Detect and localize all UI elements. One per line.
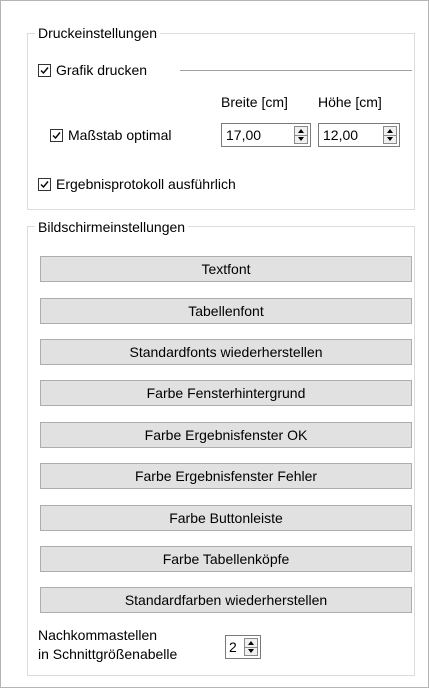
table-font-button[interactable]: Tabellenfont — [40, 298, 412, 324]
decimals-label-line2: in Schnittgrößenabelle — [38, 646, 178, 662]
detailed-log-label: Ergebnisprotokoll ausführlich — [56, 176, 236, 192]
detailed-log-checkbox[interactable]: Ergebnisprotokoll ausführlich — [38, 176, 236, 192]
height-spinner[interactable] — [318, 123, 400, 147]
checkmark-icon — [38, 63, 51, 77]
height-header: Höhe [cm] — [318, 94, 382, 110]
restore-fonts-button[interactable]: Standardfonts wiederherstellen — [40, 339, 412, 365]
checkmark-icon — [50, 128, 63, 142]
spin-down-button[interactable] — [245, 647, 257, 655]
decimals-label-line1: Nachkommastellen — [38, 627, 158, 643]
restore-colors-button[interactable]: Standardfarben wiederherstellen — [40, 587, 412, 613]
arrow-up-icon — [387, 129, 393, 133]
result-ok-color-button[interactable]: Farbe Ergebnisfenster OK — [40, 422, 412, 448]
button-bar-color-button[interactable]: Farbe Buttonleiste — [40, 505, 412, 531]
height-spin-buttons[interactable] — [383, 126, 397, 144]
optimal-scale-checkbox[interactable]: Maßstab optimal — [50, 127, 171, 143]
print-graphic-checkbox[interactable]: Grafik drucken — [38, 62, 147, 78]
print-settings-title: Druckeinstellungen — [35, 25, 161, 41]
arrow-up-icon — [298, 129, 304, 133]
spin-down-button[interactable] — [295, 135, 307, 143]
table-header-color-button[interactable]: Farbe Tabellenköpfe — [40, 546, 412, 572]
result-error-color-button[interactable]: Farbe Ergebnisfenster Fehler — [40, 463, 412, 489]
screen-settings-title: Bildschirmeinstellungen — [35, 219, 189, 235]
height-input[interactable] — [319, 124, 381, 146]
checkmark-icon — [38, 177, 51, 191]
width-spinner[interactable] — [221, 123, 311, 147]
decimals-spinner[interactable] — [225, 635, 261, 659]
spin-down-button[interactable] — [384, 135, 396, 143]
width-input[interactable] — [222, 124, 292, 146]
arrow-down-icon — [387, 137, 393, 141]
arrow-down-icon — [298, 137, 304, 141]
print-graphic-label: Grafik drucken — [56, 62, 148, 78]
text-font-button[interactable]: Textfont — [40, 256, 412, 282]
print-graphic-separator — [180, 70, 412, 71]
arrow-down-icon — [248, 649, 254, 653]
arrow-up-icon — [248, 641, 254, 645]
width-header: Breite [cm] — [221, 94, 288, 110]
decimals-spin-buttons[interactable] — [244, 638, 258, 656]
window-background-color-button[interactable]: Farbe Fensterhintergrund — [40, 380, 412, 406]
optimal-scale-label: Maßstab optimal — [68, 127, 172, 143]
decimals-input[interactable] — [226, 636, 244, 658]
width-spin-buttons[interactable] — [294, 126, 308, 144]
